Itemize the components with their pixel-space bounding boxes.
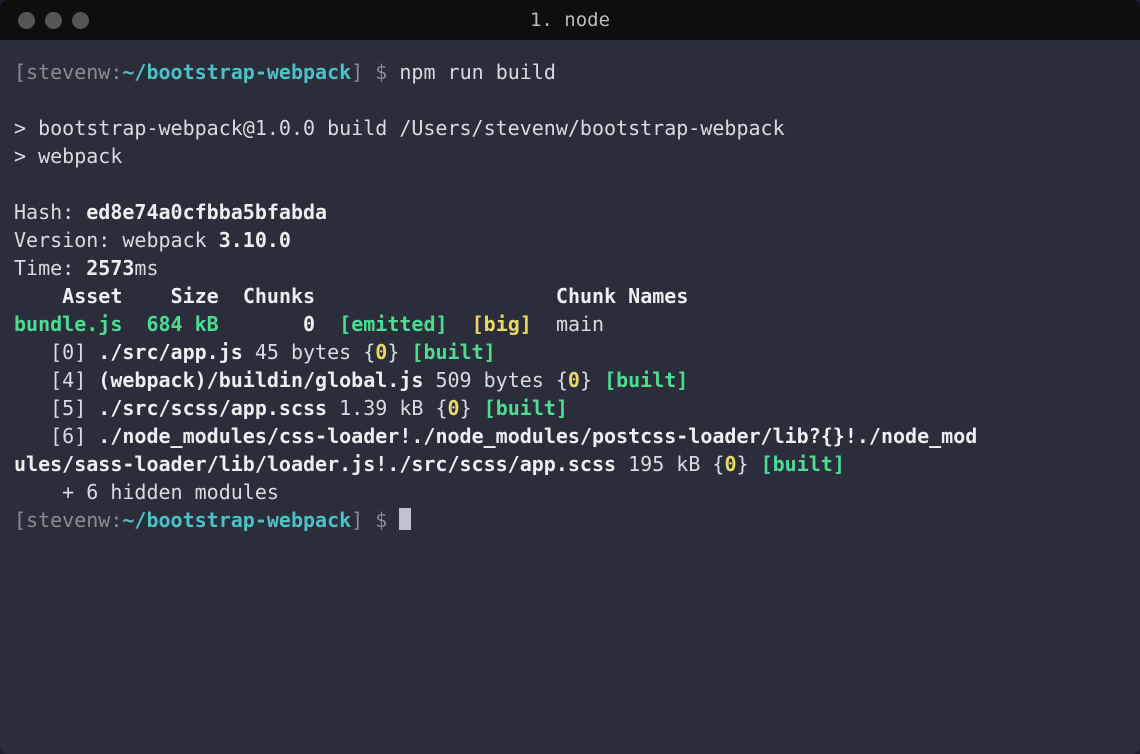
npm-output-line: > webpack (14, 144, 122, 168)
module-row: [6] ./node_modules/css-loader!./node_mod… (14, 424, 977, 448)
maximize-icon[interactable] (72, 12, 89, 29)
version-line: Version: webpack 3.10.0 (14, 228, 291, 252)
titlebar: 1. node (0, 0, 1140, 40)
command-text: npm run build (399, 60, 556, 84)
close-icon[interactable] (18, 12, 35, 29)
module-row: [4] (webpack)/buildin/global.js 509 byte… (14, 368, 688, 392)
terminal-content[interactable]: [stevenw:~/bootstrap-webpack] $ npm run … (0, 40, 1140, 754)
hidden-modules-line: + 6 hidden modules (14, 480, 279, 504)
prompt-line: [stevenw:~/bootstrap-webpack] $ npm run … (14, 60, 556, 84)
window-title: 1. node (0, 9, 1140, 31)
window-controls (0, 12, 89, 29)
table-header: Asset Size Chunks Chunk Names (14, 284, 688, 308)
prompt-line: [stevenw:~/bootstrap-webpack] $ (14, 508, 411, 532)
npm-output-line: > bootstrap-webpack@1.0.0 build /Users/s… (14, 116, 785, 140)
module-row: [0] ./src/app.js 45 bytes {0} [built] (14, 340, 496, 364)
cursor (399, 508, 411, 530)
bundle-row: bundle.js 684 kB 0 [emitted] [big] main (14, 312, 604, 336)
module-row: [5] ./src/scss/app.scss 1.39 kB {0} [bui… (14, 396, 568, 420)
module-row-wrap: ules/sass-loader/lib/loader.js!./src/scs… (14, 452, 845, 476)
hash-line: Hash: ed8e74a0cfbba5bfabda (14, 200, 327, 224)
terminal-window: 1. node [stevenw:~/bootstrap-webpack] $ … (0, 0, 1140, 754)
time-line: Time: 2573ms (14, 256, 159, 280)
minimize-icon[interactable] (45, 12, 62, 29)
